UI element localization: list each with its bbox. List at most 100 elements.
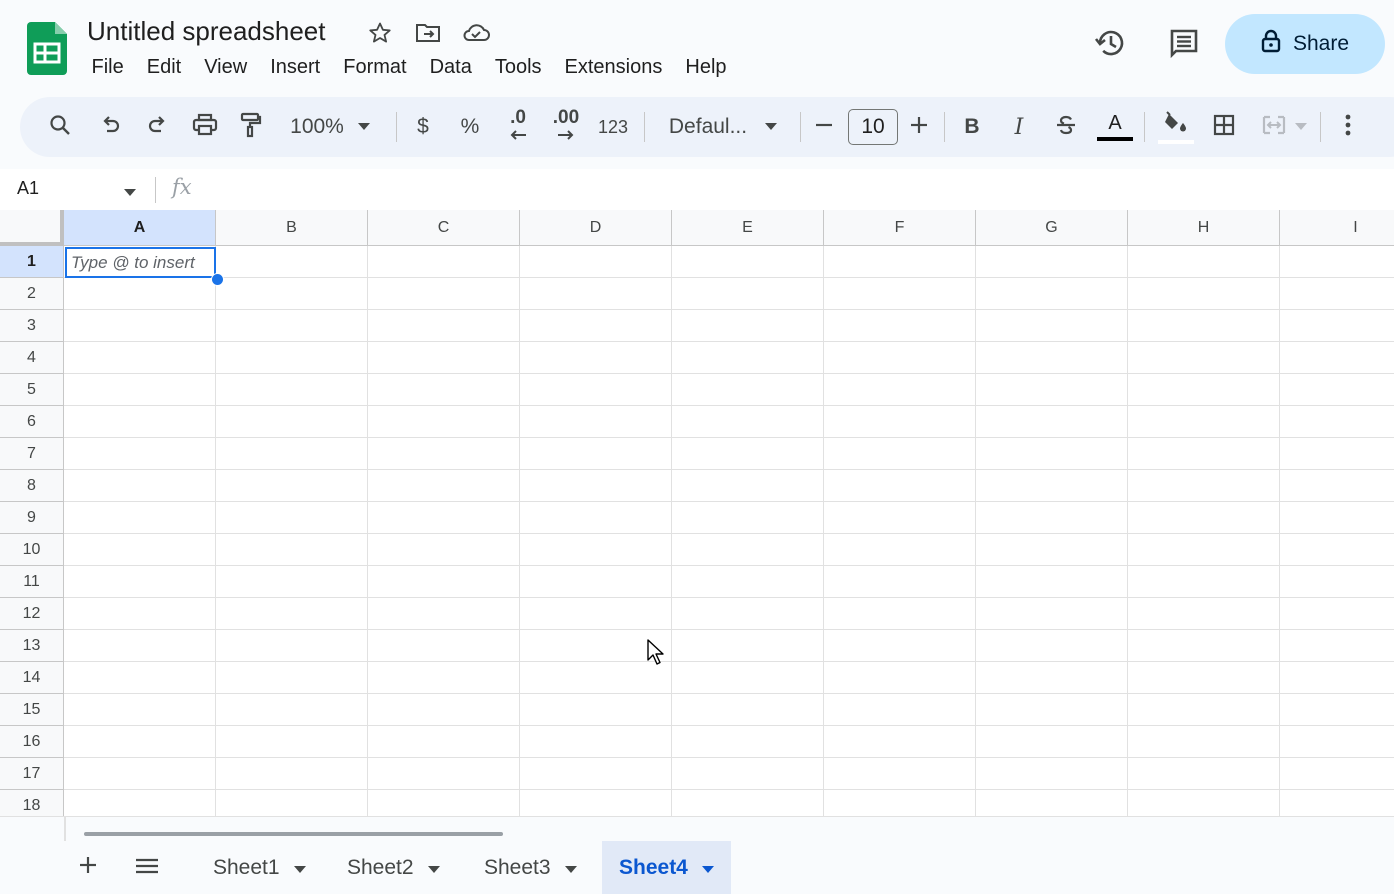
sheet-tab-label: Sheet1	[213, 855, 280, 879]
font-size-input[interactable]: 10	[848, 109, 898, 145]
row-gridline	[64, 597, 1394, 598]
row-header-3[interactable]: 3	[0, 310, 64, 342]
increase-font-size-button[interactable]	[905, 97, 933, 157]
column-header-b[interactable]: B	[216, 210, 368, 246]
sheet-tab-sheet1[interactable]: Sheet1	[213, 841, 306, 894]
format-currency-button[interactable]: $	[407, 97, 439, 157]
all-sheets-button[interactable]	[132, 841, 162, 894]
row-header-4[interactable]: 4	[0, 342, 64, 374]
search-icon	[48, 113, 72, 142]
sheet-tab-sheet4[interactable]: Sheet4	[602, 841, 731, 894]
row-gridline	[64, 405, 1394, 406]
menu-icon	[136, 856, 158, 880]
bold-button[interactable]: B	[956, 97, 988, 157]
column-header-e[interactable]: E	[672, 210, 824, 246]
font-value: Defaul...	[668, 115, 748, 138]
column-gridline	[215, 246, 216, 816]
fill-color-button[interactable]	[1156, 97, 1196, 157]
row-header-17[interactable]: 17	[0, 758, 64, 790]
menu-extensions[interactable]: Extensions	[553, 52, 674, 82]
share-button[interactable]: Share	[1225, 14, 1385, 74]
sheet-tab-sheet2[interactable]: Sheet2	[347, 841, 440, 894]
row-header-10[interactable]: 10	[0, 534, 64, 566]
column-header-c[interactable]: C	[368, 210, 520, 246]
column-header-h[interactable]: H	[1128, 210, 1280, 246]
row-header-2[interactable]: 2	[0, 278, 64, 310]
row-header-13[interactable]: 13	[0, 630, 64, 662]
borders-button[interactable]	[1206, 97, 1242, 157]
name-box[interactable]: A1	[17, 178, 39, 199]
text-color-swatch	[1097, 137, 1133, 141]
font-select[interactable]: Defaul...	[660, 97, 786, 157]
redo-button[interactable]	[140, 97, 176, 157]
row-header-11[interactable]: 11	[0, 566, 64, 598]
row-header-9[interactable]: 9	[0, 502, 64, 534]
zoom-select[interactable]: 100%	[282, 97, 378, 157]
paint-roller-icon	[239, 112, 263, 143]
menu-insert[interactable]: Insert	[259, 52, 332, 82]
menu-file[interactable]: File	[80, 52, 135, 82]
paint-format-button[interactable]	[233, 97, 269, 157]
menu-format[interactable]: Format	[332, 52, 418, 82]
row-header-5[interactable]: 5	[0, 374, 64, 406]
spreadsheet-grid[interactable]: ABCDEFGHI 1 2 3 4 5 6 7 8 9 10 11 12 13 14 15 16 17 18 Ty…	[0, 210, 1394, 816]
increase-decimal-label: .00	[552, 107, 580, 128]
more-formats-button[interactable]: 123	[594, 97, 632, 157]
toolbar-divider	[1144, 112, 1145, 142]
column-header-f[interactable]: F	[824, 210, 976, 246]
document-title[interactable]: Untitled spreadsheet	[87, 14, 325, 48]
text-color-button[interactable]: A	[1096, 97, 1134, 157]
merge-cells-icon	[1261, 113, 1287, 142]
column-header-d[interactable]: D	[520, 210, 672, 246]
row-header-12[interactable]: 12	[0, 598, 64, 630]
sheets-logo-icon[interactable]	[27, 22, 67, 75]
merge-cells-button[interactable]	[1256, 97, 1312, 157]
menu-edit[interactable]: Edit	[135, 52, 192, 82]
increase-decimal-button[interactable]: .00	[546, 97, 586, 157]
row-header-15[interactable]: 15	[0, 694, 64, 726]
star-icon[interactable]	[366, 19, 394, 47]
move-folder-icon[interactable]	[414, 19, 442, 47]
chevron-down-icon[interactable]	[124, 184, 136, 202]
row-gridline	[64, 661, 1394, 662]
cloud-saved-icon[interactable]	[462, 19, 490, 47]
search-menus-button[interactable]	[42, 97, 78, 157]
version-history-button[interactable]	[1090, 24, 1132, 66]
comments-button[interactable]	[1163, 24, 1205, 66]
format-percent-button[interactable]: %	[454, 97, 486, 157]
menu-help[interactable]: Help	[674, 52, 738, 82]
formula-bar-divider	[155, 177, 156, 203]
sheet-tab-sheet3[interactable]: Sheet3	[484, 841, 577, 894]
column-gridline	[823, 246, 824, 816]
column-header-a[interactable]: A	[64, 210, 216, 246]
undo-button[interactable]	[92, 97, 128, 157]
row-gridline	[64, 341, 1394, 342]
row-header-16[interactable]: 16	[0, 726, 64, 758]
toolbar-divider	[1320, 112, 1321, 142]
column-header-g[interactable]: G	[976, 210, 1128, 246]
select-all-corner[interactable]	[0, 210, 64, 246]
undo-icon	[98, 113, 122, 142]
row-header-18[interactable]: 18	[0, 790, 64, 816]
decrease-font-size-button[interactable]	[810, 97, 838, 157]
row-gridline	[64, 565, 1394, 566]
active-cell-a1[interactable]: Type @ to insert	[65, 247, 216, 278]
row-header-7[interactable]: 7	[0, 438, 64, 470]
row-header-14[interactable]: 14	[0, 662, 64, 694]
menu-view[interactable]: View	[193, 52, 259, 82]
row-header-8[interactable]: 8	[0, 470, 64, 502]
menu-tools[interactable]: Tools	[483, 52, 553, 82]
horizontal-scrollbar[interactable]	[84, 832, 503, 836]
column-header-i[interactable]: I	[1280, 210, 1394, 246]
row-header-6[interactable]: 6	[0, 406, 64, 438]
more-options-button[interactable]	[1332, 97, 1364, 157]
print-button[interactable]	[187, 97, 223, 157]
italic-button[interactable]: I	[1003, 97, 1035, 157]
row-header-1[interactable]: 1	[0, 246, 64, 278]
decrease-decimal-button[interactable]: .0	[500, 97, 536, 157]
menu-data[interactable]: Data	[418, 52, 483, 82]
more-vert-icon	[1345, 114, 1351, 141]
add-sheet-button[interactable]	[74, 841, 102, 894]
strikethrough-button[interactable]	[1050, 97, 1082, 157]
fill-handle[interactable]	[211, 273, 224, 286]
